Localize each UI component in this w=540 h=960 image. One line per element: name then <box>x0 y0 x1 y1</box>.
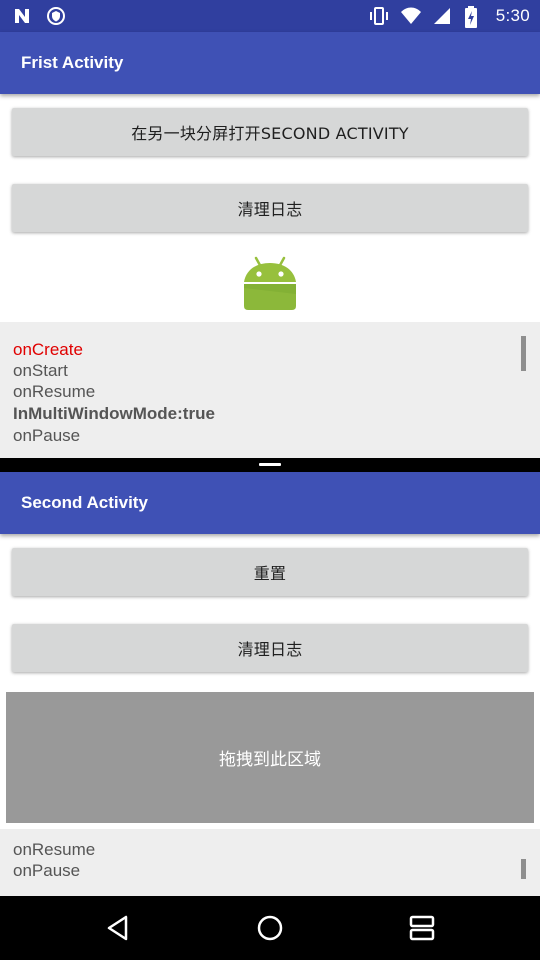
home-icon[interactable] <box>254 912 286 944</box>
divider-handle-icon[interactable] <box>259 463 281 466</box>
n-notification-icon <box>12 6 32 26</box>
log-line: onResume <box>13 382 96 401</box>
status-bar: 5:30 <box>0 0 540 32</box>
top-app-bar: Frist Activity <box>0 32 540 94</box>
split-screen-divider[interactable] <box>0 458 540 472</box>
top-app-title: Frist Activity <box>21 53 124 72</box>
wifi-icon <box>400 6 421 26</box>
drop-target-area[interactable]: 拖拽到此区域 <box>6 692 534 823</box>
log-line: onResume <box>13 840 96 859</box>
log-line: onPause <box>13 861 81 880</box>
reset-button[interactable]: 重置 <box>12 548 528 596</box>
bottom-log-panel[interactable]: onResume onPause <box>0 829 540 896</box>
android-robot-icon <box>244 256 296 312</box>
log-line: onCreate <box>13 340 83 359</box>
signal-icon <box>432 6 452 26</box>
bottom-log-scrollbar[interactable] <box>521 859 526 879</box>
bottom-app-title: Second Activity <box>21 493 148 512</box>
top-log-scrollbar[interactable] <box>521 336 526 371</box>
top-clear-log-button[interactable]: 清理日志 <box>12 184 528 232</box>
top-log-panel[interactable]: onCreate onStart onResume InMultiWindowM… <box>0 322 540 458</box>
bottom-clear-log-button[interactable]: 清理日志 <box>12 624 528 672</box>
log-line: onPause <box>13 426 81 445</box>
bottom-app-bar: Second Activity <box>0 472 540 534</box>
status-time: 5:30 <box>495 6 530 25</box>
recents-icon[interactable] <box>406 912 438 944</box>
shield-notification-icon <box>46 6 66 26</box>
back-icon[interactable] <box>102 912 134 944</box>
vibrate-icon <box>368 6 388 26</box>
log-line: onStart <box>13 361 68 380</box>
battery-icon <box>464 6 484 28</box>
log-line: InMultiWindowMode:true <box>13 404 215 423</box>
navigation-bar <box>0 896 540 960</box>
open-in-split-screen-button[interactable]: 在另一块分屏打开SECOND ACTIVITY <box>12 108 528 156</box>
